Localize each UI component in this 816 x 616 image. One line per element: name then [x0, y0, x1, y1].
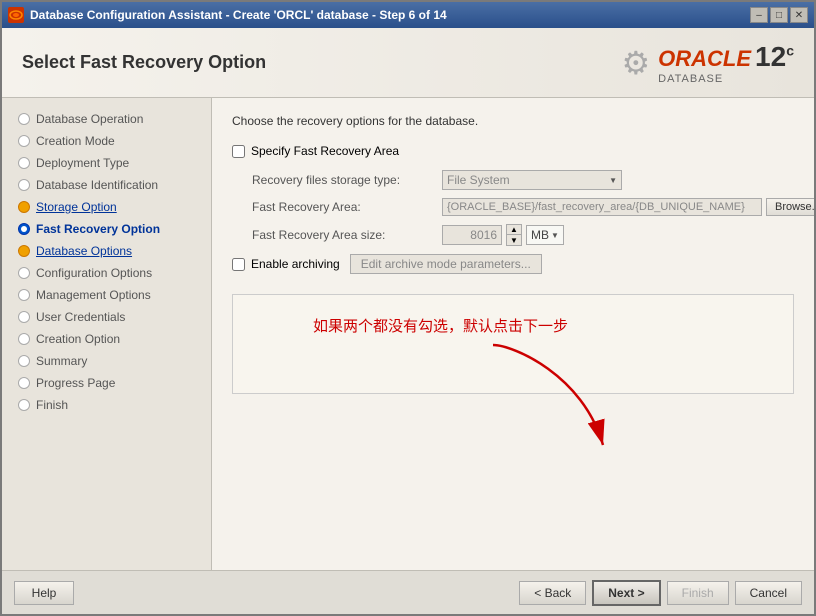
sidebar-dot-storage-option [18, 201, 30, 213]
sidebar-item-deployment-type: Deployment Type [2, 152, 211, 174]
gear-icon: ⚙ [621, 44, 650, 82]
sidebar-dot-management-options [18, 289, 30, 301]
recovery-files-row: Recovery files storage type: File System… [232, 170, 794, 190]
sidebar-dot-configuration-options [18, 267, 30, 279]
sidebar-dot-deployment-type [18, 157, 30, 169]
close-button[interactable]: ✕ [790, 7, 808, 23]
help-button[interactable]: Help [14, 581, 74, 605]
sidebar-item-storage-option[interactable]: Storage Option [2, 196, 211, 218]
sidebar-item-creation-mode: Creation Mode [2, 130, 211, 152]
window-title: Database Configuration Assistant - Creat… [30, 8, 744, 22]
fast-recovery-size-row: Fast Recovery Area size: ▲ ▼ MB ▼ [232, 224, 794, 246]
annotation-box: 如果两个都没有勾选，默认点击下一步 [232, 294, 794, 394]
sidebar-item-configuration-options: Configuration Options [2, 262, 211, 284]
spin-control: ▲ ▼ [506, 224, 522, 246]
unit-dropdown-arrow-icon: ▼ [551, 231, 559, 240]
fast-recovery-area-input[interactable] [442, 198, 762, 216]
fast-recovery-size-control: ▲ ▼ MB ▼ [442, 224, 794, 246]
sidebar-dot-finish [18, 399, 30, 411]
enable-archiving-label[interactable]: Enable archiving [251, 257, 340, 271]
spin-up-button[interactable]: ▲ [507, 225, 521, 235]
cancel-button[interactable]: Cancel [735, 581, 802, 605]
fast-recovery-size-label: Fast Recovery Area size: [252, 228, 442, 242]
oracle-brand: ORACLE 12c DATABASE [658, 41, 794, 85]
fast-recovery-area-label: Fast Recovery Area: [252, 200, 442, 214]
sidebar-dot-database-options [18, 245, 30, 257]
sidebar-dot-user-credentials [18, 311, 30, 323]
oracle-version-text: 12c [755, 41, 794, 73]
spin-down-button[interactable]: ▼ [507, 235, 521, 245]
instruction-text: Choose the recovery options for the data… [232, 114, 794, 128]
back-button[interactable]: < Back [519, 581, 586, 605]
browse-button[interactable]: Browse... [766, 198, 814, 216]
specify-fra-label[interactable]: Specify Fast Recovery Area [251, 144, 399, 158]
oracle-brand-text: ORACLE [658, 46, 751, 72]
dropdown-arrow-icon: ▼ [609, 176, 617, 185]
bottom-bar: Help < Back Next > Finish Cancel [2, 570, 814, 614]
page-title: Select Fast Recovery Option [22, 52, 266, 73]
sidebar-item-database-identification: Database Identification [2, 174, 211, 196]
oracle-logo: ⚙ ORACLE 12c DATABASE [621, 41, 794, 85]
recovery-files-dropdown[interactable]: File System ▼ [442, 170, 622, 190]
title-bar: Database Configuration Assistant - Creat… [2, 2, 814, 28]
sidebar-item-fast-recovery-option[interactable]: Fast Recovery Option [2, 218, 211, 240]
enable-archiving-row: Enable archiving Edit archive mode param… [232, 254, 794, 274]
specify-fra-checkbox[interactable] [232, 145, 245, 158]
content-area: Choose the recovery options for the data… [212, 98, 814, 570]
recovery-files-control: File System ▼ [442, 170, 794, 190]
header-section: Select Fast Recovery Option ⚙ ORACLE 12c… [2, 28, 814, 98]
sidebar-dot-database-operation [18, 113, 30, 125]
edit-archive-button[interactable]: Edit archive mode parameters... [350, 254, 542, 274]
minimize-button[interactable]: – [750, 7, 768, 23]
sidebar-item-user-credentials: User Credentials [2, 306, 211, 328]
recovery-files-label: Recovery files storage type: [252, 173, 442, 187]
sidebar-dot-summary [18, 355, 30, 367]
sidebar-item-database-options[interactable]: Database Options [2, 240, 211, 262]
size-row: ▲ ▼ MB ▼ [442, 224, 564, 246]
main-window: Database Configuration Assistant - Creat… [0, 0, 816, 616]
main-content: Database Operation Creation Mode Deploym… [2, 98, 814, 570]
archive-section: Enable archiving Edit archive mode param… [232, 254, 794, 274]
sidebar-item-finish: Finish [2, 394, 211, 416]
size-unit-dropdown[interactable]: MB ▼ [526, 225, 564, 245]
oracle-sub-text: DATABASE [658, 73, 794, 85]
maximize-button[interactable]: □ [770, 7, 788, 23]
sidebar-dot-creation-option [18, 333, 30, 345]
app-icon [8, 7, 24, 23]
annotation-arrow-icon [433, 335, 653, 475]
sidebar-dot-progress-page [18, 377, 30, 389]
fast-recovery-area-row: Fast Recovery Area: Browse... [232, 198, 794, 216]
sidebar-item-creation-option: Creation Option [2, 328, 211, 350]
sidebar-dot-database-identification [18, 179, 30, 191]
sidebar-dot-fast-recovery-option [18, 223, 30, 235]
size-input[interactable] [442, 225, 502, 245]
finish-button[interactable]: Finish [667, 581, 729, 605]
window-controls: – □ ✕ [750, 7, 808, 23]
next-button[interactable]: Next > [592, 580, 660, 606]
sidebar-item-management-options: Management Options [2, 284, 211, 306]
fast-recovery-area-control: Browse... [442, 198, 814, 216]
sidebar-dot-creation-mode [18, 135, 30, 147]
enable-archiving-checkbox[interactable] [232, 258, 245, 271]
annotation-text: 如果两个都没有勾选，默认点击下一步 [313, 315, 568, 336]
specify-fra-section: Specify Fast Recovery Area [232, 144, 794, 158]
sidebar-item-summary: Summary [2, 350, 211, 372]
sidebar-item-database-operation: Database Operation [2, 108, 211, 130]
sidebar: Database Operation Creation Mode Deploym… [2, 98, 212, 570]
sidebar-item-progress-page: Progress Page [2, 372, 211, 394]
